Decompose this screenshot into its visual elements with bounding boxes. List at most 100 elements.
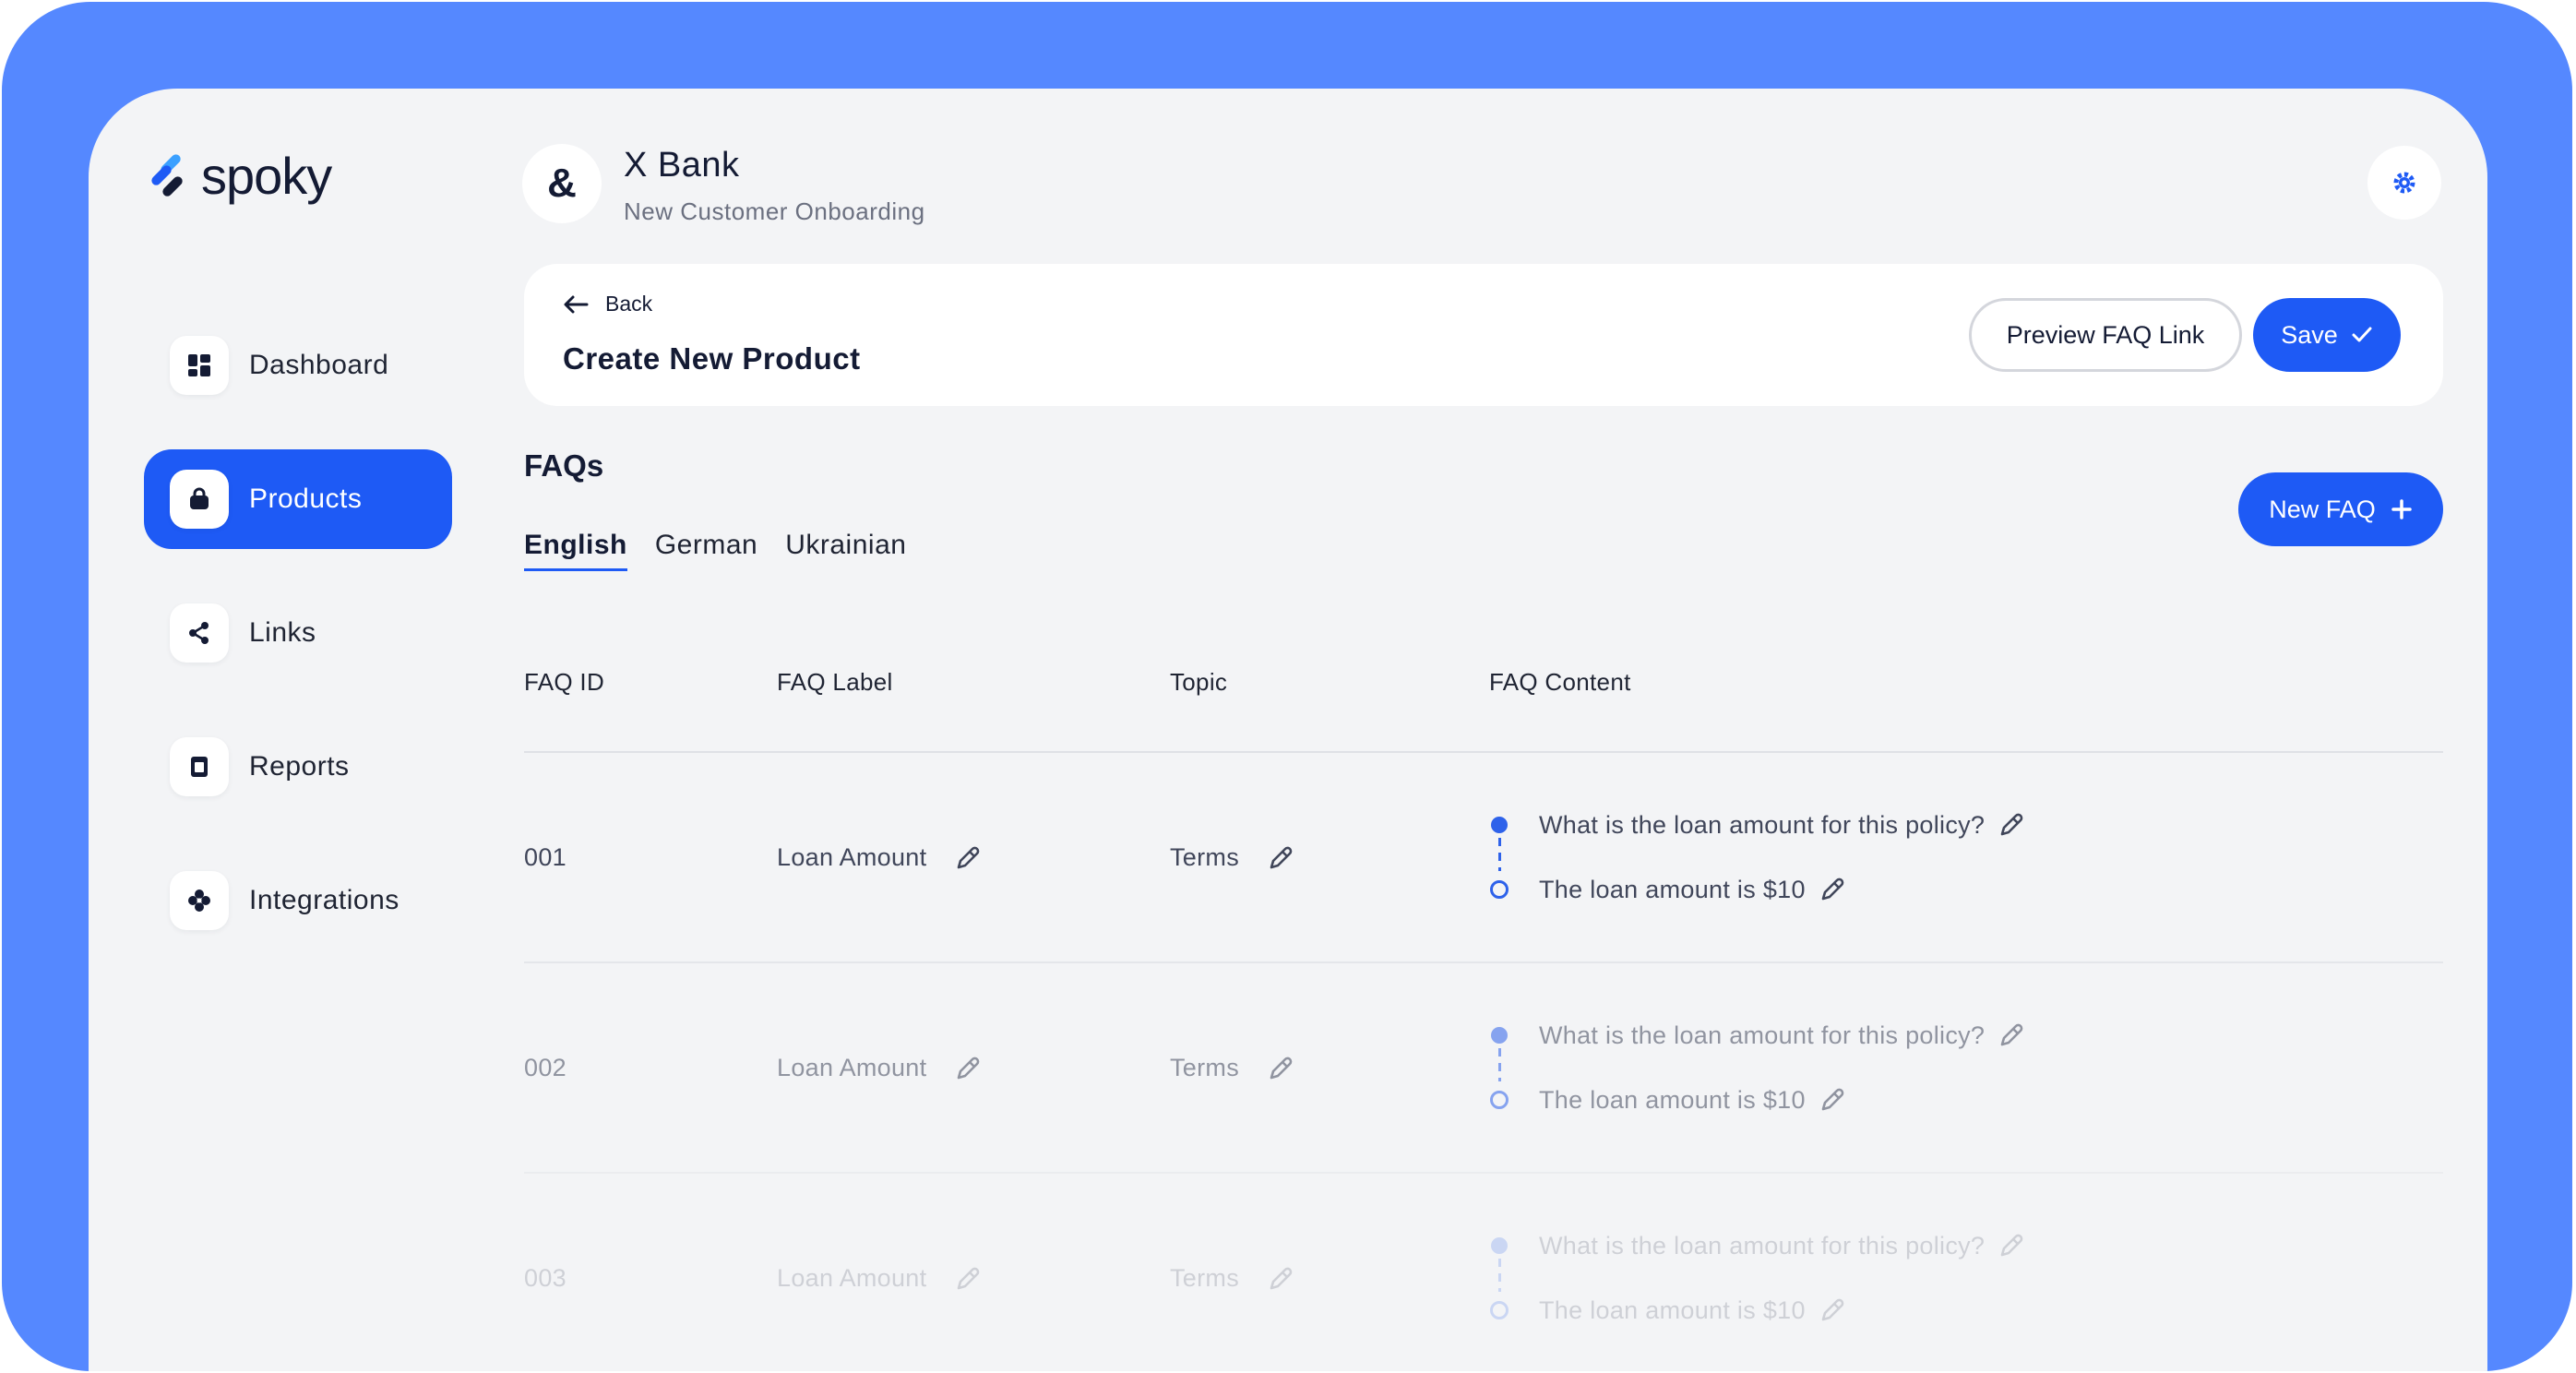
faq-id-text: 001 xyxy=(524,843,566,871)
org-subtitle: New Customer Onboarding xyxy=(624,197,925,225)
faq-question: What is the loan amount for this policy? xyxy=(1489,1017,2025,1054)
org-name: X Bank xyxy=(624,146,740,185)
edit-topic-button[interactable] xyxy=(1267,1055,1294,1082)
faq-answer-text: The loan amount is $10 xyxy=(1539,875,1806,903)
pencil-icon xyxy=(1821,1298,1844,1321)
tab-ukrainian[interactable]: Ukrainian xyxy=(785,530,906,571)
faq-label-text: Loan Amount xyxy=(777,1264,927,1292)
edit-question-button[interactable] xyxy=(1998,1021,2025,1049)
edit-question-button[interactable] xyxy=(1998,811,2025,839)
faq-answer: The loan amount is $10 xyxy=(1489,1081,2025,1118)
tab-german[interactable]: German xyxy=(655,530,757,571)
faq-id: 003 xyxy=(524,1264,566,1293)
sidebar-item-products[interactable]: Products xyxy=(144,449,452,549)
save-label: Save xyxy=(2281,320,2338,349)
logo-text: spoky xyxy=(201,147,332,205)
faq-answer-text: The loan amount is $10 xyxy=(1539,1295,1806,1324)
share-icon xyxy=(170,603,229,663)
pencil-icon xyxy=(2000,813,2023,836)
faq-label-text: Loan Amount xyxy=(777,843,927,871)
faq-label: Loan Amount xyxy=(777,1264,982,1293)
tab-english[interactable]: English xyxy=(524,530,627,571)
puzzle-icon xyxy=(170,871,229,930)
edit-topic-button[interactable] xyxy=(1267,1265,1294,1293)
pencil-icon xyxy=(2000,1023,2023,1046)
pencil-icon xyxy=(1821,1088,1844,1111)
faq-content: What is the loan amount for this policy?… xyxy=(1489,1017,2025,1118)
sidebar-item-label: Products xyxy=(249,484,363,514)
logo[interactable]: spoky xyxy=(149,146,332,206)
report-icon xyxy=(170,737,229,796)
faq-topic: Terms xyxy=(1170,1054,1294,1082)
faq-question-text: What is the loan amount for this policy? xyxy=(1539,810,1986,839)
question-answer-connector xyxy=(1498,1259,1501,1292)
faq-topic: Terms xyxy=(1170,1264,1294,1293)
answer-dot-icon xyxy=(1490,1091,1509,1109)
arrow-left-icon xyxy=(564,295,589,313)
pencil-icon xyxy=(958,1267,980,1289)
faq-label: Loan Amount xyxy=(777,1054,982,1082)
faq-content: What is the loan amount for this policy?… xyxy=(1489,1227,2025,1329)
question-dot-icon xyxy=(1491,817,1508,833)
faq-label: Loan Amount xyxy=(777,843,982,872)
edit-label-button[interactable] xyxy=(954,1055,982,1082)
edit-answer-button[interactable] xyxy=(1819,876,1846,903)
answer-dot-icon xyxy=(1490,880,1509,899)
back-label: Back xyxy=(605,292,653,316)
question-dot-icon xyxy=(1491,1027,1508,1044)
faq-topic-text: Terms xyxy=(1170,1054,1239,1081)
question-dot-icon xyxy=(1491,1237,1508,1254)
section-title: FAQs xyxy=(524,448,604,483)
edit-answer-button[interactable] xyxy=(1819,1296,1846,1324)
column-header-faq-label: FAQ Label xyxy=(777,668,893,696)
check-icon xyxy=(2352,327,2372,342)
edit-topic-button[interactable] xyxy=(1267,844,1294,872)
faq-question: What is the loan amount for this policy? xyxy=(1489,806,2025,843)
edit-label-button[interactable] xyxy=(954,844,982,872)
sidebar-item-label: Integrations xyxy=(249,885,400,915)
faq-topic-text: Terms xyxy=(1170,843,1239,871)
faq-id-text: 003 xyxy=(524,1264,566,1292)
column-header-faq-content: FAQ Content xyxy=(1489,668,1631,696)
page-title: Create New Product xyxy=(563,341,861,376)
faq-answer: The loan amount is $10 xyxy=(1489,1292,2025,1329)
gear-icon xyxy=(2393,172,2415,194)
faq-answer-text: The loan amount is $10 xyxy=(1539,1085,1806,1114)
answer-dot-icon xyxy=(1490,1301,1509,1319)
sidebar-item-reports[interactable]: Reports xyxy=(144,717,452,817)
back-link[interactable]: Back xyxy=(563,292,652,316)
edit-answer-button[interactable] xyxy=(1819,1086,1846,1114)
faq-answer: The loan amount is $10 xyxy=(1489,871,2025,908)
faq-id: 002 xyxy=(524,1054,566,1082)
pencil-icon xyxy=(958,1057,980,1079)
sidebar-item-integrations[interactable]: Integrations xyxy=(144,851,452,950)
edit-label-button[interactable] xyxy=(954,1265,982,1293)
pencil-icon xyxy=(1821,878,1844,901)
sidebar-item-dashboard[interactable]: Dashboard xyxy=(144,316,452,415)
table-row: 003 Loan Amount Terms What is the loan a… xyxy=(524,1174,2443,1371)
faq-label-text: Loan Amount xyxy=(777,1054,927,1081)
pencil-icon xyxy=(1270,1267,1293,1289)
save-button[interactable]: Save xyxy=(2253,298,2401,372)
faq-topic-text: Terms xyxy=(1170,1264,1239,1292)
faq-question-text: What is the loan amount for this policy? xyxy=(1539,1021,1986,1049)
new-faq-button[interactable]: New FAQ xyxy=(2238,472,2443,546)
language-tabs: English German Ukrainian xyxy=(524,530,906,571)
app-panel: spoky Dashboard Products Links Reports I… xyxy=(89,89,2487,1371)
pencil-icon xyxy=(1270,1057,1293,1079)
sidebar-nav: Dashboard Products Links Reports Integra… xyxy=(144,316,452,985)
table-row: 001 Loan Amount Terms What is the loan a… xyxy=(524,753,2443,963)
sidebar-item-links[interactable]: Links xyxy=(144,583,452,683)
question-answer-connector xyxy=(1498,838,1501,871)
preview-faq-link-button[interactable]: Preview FAQ Link xyxy=(1969,298,2242,372)
faq-id-text: 002 xyxy=(524,1054,566,1081)
column-header-topic: Topic xyxy=(1170,668,1228,696)
question-answer-connector xyxy=(1498,1048,1501,1081)
sidebar-item-label: Reports xyxy=(249,751,350,782)
new-faq-label: New FAQ xyxy=(2269,495,2376,523)
pencil-icon xyxy=(1270,846,1293,868)
pencil-icon xyxy=(2000,1234,2023,1257)
edit-question-button[interactable] xyxy=(1998,1232,2025,1260)
settings-button[interactable] xyxy=(2367,146,2441,220)
plus-icon xyxy=(2391,499,2412,519)
